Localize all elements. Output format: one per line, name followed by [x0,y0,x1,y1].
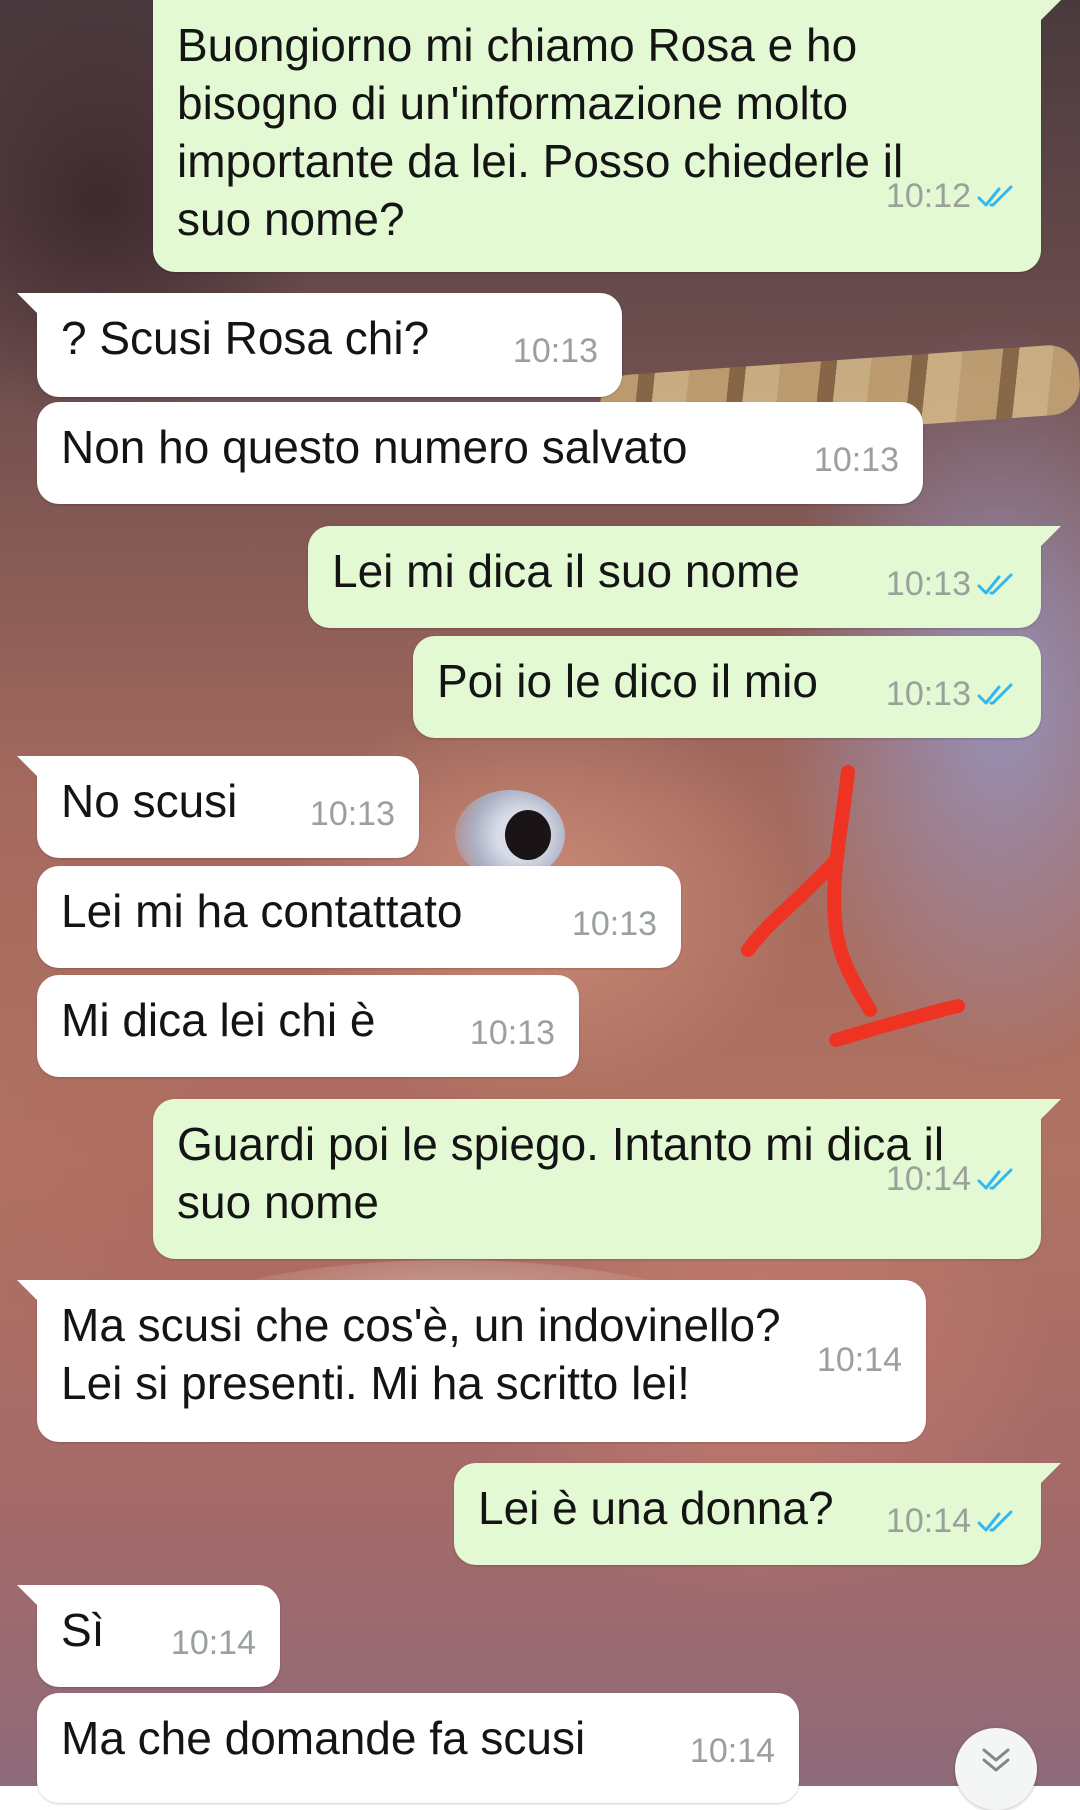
double-check-icon [977,1168,1013,1190]
double-check-icon [977,573,1013,595]
message-time: 10:13 [885,675,971,713]
double-check-icon [977,1510,1013,1532]
message-text: Mi dica lei chi è [61,994,376,1046]
message-time: 10:14 [885,1502,971,1540]
message-incoming[interactable]: Lei mi ha contattato 10:13 [37,866,681,968]
message-meta: 10:13 [886,674,1017,714]
double-check-icon [977,185,1013,207]
message-outgoing[interactable]: Lei è una donna? 10:14 [454,1463,1061,1565]
message-outgoing[interactable]: Buongiorno mi chiamo Rosa e ho bisogno d… [153,0,1061,272]
message-incoming[interactable]: Sì 10:14 [17,1585,280,1687]
message-outgoing[interactable]: Lei mi dica il suo nome 10:13 [308,526,1061,628]
message-time: 10:14 [816,1341,902,1379]
message-text: Ma che domande fa scusi [61,1712,586,1764]
message-text: Poi io le dico il mio [437,655,818,707]
message-text: Lei è una donna? [478,1482,834,1534]
message-meta: 10:12 [886,176,1017,216]
message-incoming[interactable]: Ma che domande fa scusi 10:14 [37,1693,799,1803]
message-meta: 10:13 [886,564,1017,604]
message-meta: 10:13 [814,440,899,480]
message-outgoing[interactable]: Guardi poi le spiego. Intanto mi dica il… [153,1099,1061,1259]
message-text: Sì [61,1604,105,1656]
message-time: 10:14 [170,1624,256,1662]
message-incoming[interactable]: Non ho questo numero salvato 10:13 [37,402,923,504]
message-text: Lei mi dica il suo nome [332,545,800,597]
message-outgoing[interactable]: Poi io le dico il mio 10:13 [413,636,1041,738]
message-time: 10:13 [512,332,598,370]
message-text: Lei mi ha contattato [61,885,463,937]
message-text: Ma scusi che cos'è, un indovinello? Lei … [61,1299,781,1409]
double-check-icon [977,683,1013,705]
message-time: 10:13 [571,905,657,943]
message-time: 10:13 [813,441,899,479]
message-text: Guardi poi le spiego. Intanto mi dica il… [177,1118,945,1228]
wallpaper-pupil [505,810,551,860]
message-text: Non ho questo numero salvato [61,421,688,473]
message-meta: 10:13 [470,1013,555,1053]
message-text: Buongiorno mi chiamo Rosa e ho bisogno d… [177,19,904,245]
message-meta: 10:13 [310,794,395,834]
message-time: 10:13 [309,795,395,833]
message-incoming[interactable]: No scusi 10:13 [17,756,419,858]
message-text: ? Scusi Rosa chi? [61,312,430,364]
message-meta: 10:13 [572,904,657,944]
message-text: No scusi [61,775,238,827]
message-meta: 10:14 [886,1501,1017,1541]
scroll-down-button[interactable] [955,1728,1037,1810]
message-time: 10:14 [689,1732,775,1770]
message-incoming[interactable]: ? Scusi Rosa chi? 10:13 [17,293,622,397]
message-meta: 10:14 [690,1731,775,1771]
message-incoming[interactable]: Mi dica lei chi è 10:13 [37,975,579,1077]
double-chevron-down-icon [982,1748,1010,1772]
message-time: 10:13 [885,565,971,603]
message-meta: 10:13 [513,331,598,371]
message-meta: 10:14 [171,1623,256,1663]
message-meta: 10:14 [817,1340,902,1380]
message-incoming[interactable]: Ma scusi che cos'è, un indovinello? Lei … [17,1280,926,1442]
message-time: 10:13 [469,1014,555,1052]
